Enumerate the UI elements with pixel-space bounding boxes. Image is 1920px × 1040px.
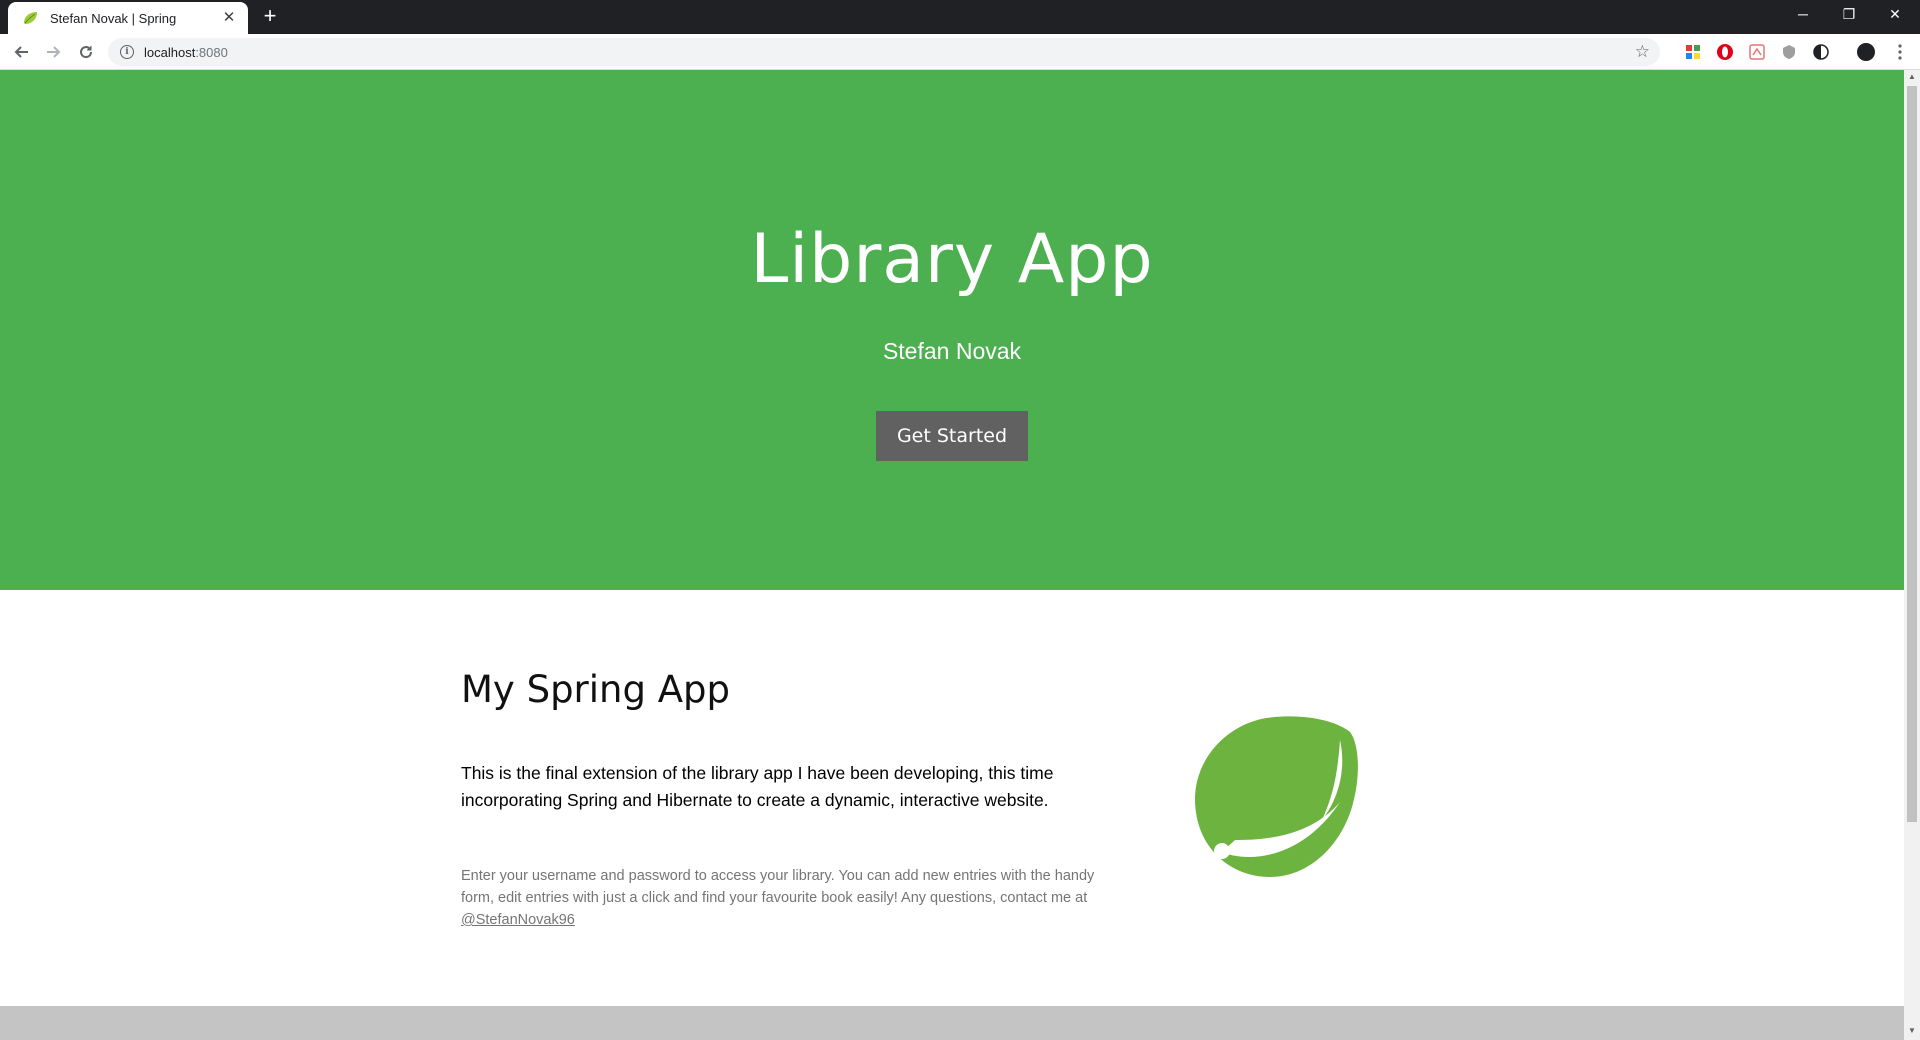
spring-favicon-icon — [22, 9, 40, 27]
browser-menu-icon[interactable] — [1888, 40, 1912, 64]
spring-leaf-logo-icon — [1195, 716, 1358, 877]
hero-section: Library App Stefan Novak Get Started — [0, 70, 1904, 590]
about-body: Enter your username and password to acce… — [461, 868, 1095, 906]
tab-title: Stefan Novak | Spring — [50, 10, 177, 26]
about-heading: My Spring App — [461, 668, 731, 711]
browser-tab-strip: Stefan Novak | Spring ✕ + ─ ❐ ✕ — [0, 0, 1920, 34]
contact-link[interactable]: @StefanNovak96 — [461, 912, 575, 928]
page-scrollbar[interactable]: ▲ ▼ — [1904, 70, 1920, 1040]
pdf-icon[interactable] — [1748, 43, 1766, 61]
back-arrow-icon — [14, 46, 28, 58]
reload-button[interactable] — [74, 40, 98, 64]
restore-button[interactable]: ❐ — [1826, 0, 1872, 30]
scroll-down-icon[interactable]: ▼ — [1907, 1026, 1917, 1036]
extension-icon[interactable] — [1684, 43, 1702, 61]
tab-close-icon[interactable]: ✕ — [220, 9, 238, 27]
scrollbar-thumb[interactable] — [1907, 86, 1917, 822]
forward-button[interactable] — [41, 40, 65, 64]
browser-tab[interactable]: Stefan Novak | Spring ✕ — [8, 2, 248, 34]
url-port: :8080 — [195, 44, 228, 60]
url-host: localhost — [144, 44, 196, 60]
shield-icon[interactable] — [1780, 43, 1798, 61]
hero-subtitle: Stefan Novak — [882, 338, 1022, 364]
close-window-button[interactable]: ✕ — [1872, 0, 1918, 30]
browser-toolbar: i localhost :8080 ☆ — [0, 34, 1920, 70]
about-section: My Spring App This is the final extensio… — [0, 590, 1904, 1006]
address-bar[interactable]: i localhost :8080 ☆ — [108, 38, 1660, 66]
footer-strip — [0, 1006, 1904, 1040]
site-info-icon[interactable]: i — [120, 45, 134, 59]
opera-icon[interactable] — [1716, 43, 1734, 61]
contrast-icon[interactable] — [1812, 43, 1830, 61]
avatar-icon[interactable] — [1856, 42, 1876, 62]
bookmark-star-icon[interactable]: ☆ — [1635, 43, 1650, 61]
new-tab-button[interactable]: + — [258, 5, 282, 29]
forward-arrow-icon — [47, 46, 61, 58]
back-button[interactable] — [10, 40, 34, 64]
hero-title: Library App — [750, 220, 1154, 299]
about-body-text: Enter your username and password to acce… — [461, 865, 1111, 931]
page-viewport: Library App Stefan Novak Get Started My … — [0, 70, 1904, 1040]
get-started-button[interactable]: Get Started — [876, 411, 1028, 461]
about-lead-text: This is the final extension of the libra… — [461, 763, 1054, 810]
scroll-up-icon[interactable]: ▲ — [1907, 72, 1917, 82]
minimize-button[interactable]: ─ — [1780, 0, 1826, 30]
reload-icon — [80, 46, 93, 59]
